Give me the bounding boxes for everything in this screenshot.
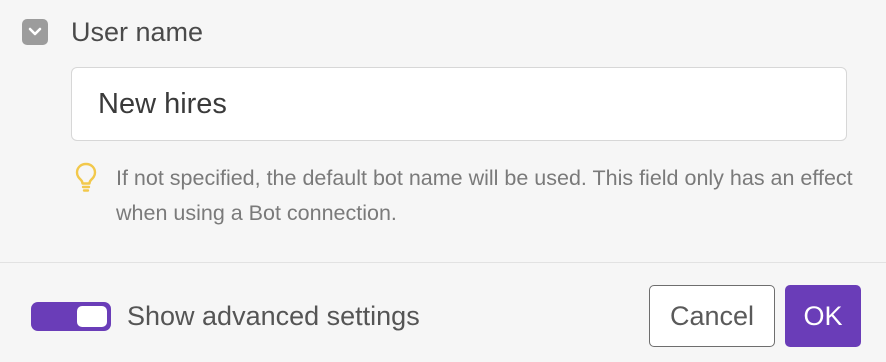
toggle-knob <box>77 306 107 327</box>
toggle-switch[interactable] <box>31 302 111 331</box>
chevron-down-icon <box>28 27 42 36</box>
collapse-toggle-button[interactable] <box>22 19 48 45</box>
field-hint: If not specified, the default bot name w… <box>74 161 856 231</box>
dialog-footer: Show advanced settings Cancel OK <box>0 263 886 362</box>
user-name-settings-panel: User name If not specified, the default … <box>0 0 886 362</box>
advanced-settings-toggle[interactable]: Show advanced settings <box>31 301 420 332</box>
ok-button[interactable]: OK <box>785 285 861 347</box>
field-header: User name <box>22 18 203 46</box>
user-name-input[interactable] <box>71 67 847 141</box>
lightbulb-icon <box>75 162 97 192</box>
hint-text: If not specified, the default bot name w… <box>116 166 853 225</box>
advanced-settings-label: Show advanced settings <box>127 301 420 331</box>
cancel-button[interactable]: Cancel <box>649 285 775 347</box>
field-label: User name <box>71 17 204 47</box>
